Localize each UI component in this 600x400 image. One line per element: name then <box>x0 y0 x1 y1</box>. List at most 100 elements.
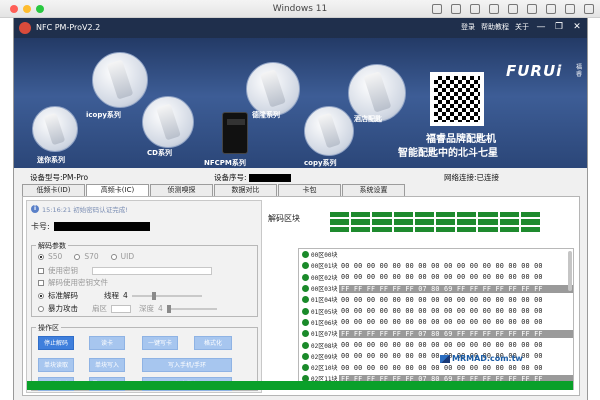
brand-subtitle: 福睿 <box>576 64 583 78</box>
use-key-label: 使用密钥 <box>48 266 78 275</box>
block-label: 02区10块 <box>311 365 338 373</box>
radio-standard-decode[interactable] <box>38 292 44 299</box>
network-icon[interactable] <box>565 4 575 14</box>
block-row[interactable]: 00区02块 00 00 00 00 00 00 00 00 00 00 00 0… <box>299 272 573 283</box>
block-label: 02区08块 <box>311 342 338 350</box>
block-hex: FF FF FF FF FF FF 07 80 69 FF FF FF FF F… <box>339 329 573 338</box>
display-icon[interactable] <box>432 4 442 14</box>
icopy-product-icon <box>92 52 148 108</box>
use-keyfile-checkbox[interactable] <box>38 279 44 286</box>
radio-uid[interactable] <box>110 253 117 260</box>
product-label: 德隆系列 <box>252 111 280 119</box>
tab-high-freq[interactable]: 高频卡(IC) <box>86 184 149 196</box>
depth-slider[interactable] <box>166 304 217 313</box>
close-dot-icon[interactable] <box>10 5 18 13</box>
watermark-logo-icon <box>440 354 450 363</box>
thread-slider[interactable] <box>131 291 202 300</box>
hex-scrollbar[interactable] <box>568 251 572 291</box>
brute-force-label: 暴力攻击 <box>48 304 78 313</box>
stop-decode-button[interactable]: 停止解码 <box>38 336 74 350</box>
decode-blocks-title: 解码区块 <box>268 214 300 223</box>
block-row[interactable]: 02区08块 00 00 00 00 00 00 00 00 00 00 00 0… <box>299 339 573 350</box>
key-input[interactable] <box>92 266 212 275</box>
sector-bar <box>436 219 456 225</box>
write-block-button[interactable]: 单块写入 <box>89 358 125 372</box>
radio-brute-force[interactable] <box>38 305 44 312</box>
tab-compare[interactable]: 数据对比 <box>214 184 277 196</box>
device-info-bar: 设备型号:PM-Pro 设备序号: 网络连接:已连接 <box>14 168 587 184</box>
radio-s70[interactable] <box>74 253 81 260</box>
share-icon[interactable] <box>489 4 499 14</box>
use-keyfile-label: 解码使用密钥文件 <box>48 278 108 287</box>
lock-icon[interactable] <box>470 4 480 14</box>
decode-blocks-panel: 解码区块 00区00块 00区01块 00 00 00 00 00 00 00 0… <box>266 200 578 393</box>
decode-params-group: 解码参数 S50 S70 UID 使用密钥 解码使用密钥文件 标准解码 线程 4… <box>31 241 258 317</box>
sector-bar <box>478 226 498 232</box>
sector-select[interactable] <box>111 304 131 313</box>
hex-dump-list[interactable]: 00区00块 00区01块 00 00 00 00 00 00 00 00 00 … <box>298 248 574 390</box>
host-toolbar <box>432 4 594 14</box>
decode-params-legend: 解码参数 <box>36 241 68 251</box>
tab-card-wallet[interactable]: 卡包 <box>278 184 341 196</box>
radio-s50-label: S50 <box>48 252 63 261</box>
audio-icon[interactable] <box>508 4 518 14</box>
block-row[interactable]: 01区07块 FF FF FF FF FF FF 07 80 69 FF FF F… <box>299 328 573 339</box>
read-block-button[interactable]: 单块读取 <box>38 358 74 372</box>
nfcpm-reader-icon <box>222 112 248 154</box>
device-serial-label: 设备序号: <box>214 173 247 182</box>
close-icon[interactable]: ✕ <box>571 21 583 33</box>
sector-label: 扇区 <box>92 304 107 313</box>
status-dot-icon <box>302 330 309 338</box>
product-label: 酒店配匙 <box>354 115 382 123</box>
sector-bar <box>372 226 392 232</box>
sector-bar <box>436 212 456 218</box>
write-phone-button[interactable]: 写入手机/手环 <box>142 358 232 372</box>
radio-uid-label: UID <box>120 252 135 261</box>
tab-sniff[interactable]: 侦测嗅探 <box>150 184 213 196</box>
sector-bar <box>520 219 540 225</box>
use-key-checkbox[interactable] <box>38 267 44 274</box>
block-row[interactable]: 01区04块 00 00 00 00 00 00 00 00 00 00 00 0… <box>299 294 573 305</box>
cdrom-icon[interactable] <box>584 4 594 14</box>
one-click-write-button[interactable]: 一键写卡 <box>142 336 178 350</box>
status-text: 15:16:21 初始密码认证完成! <box>42 206 128 214</box>
folder-icon[interactable] <box>451 4 461 14</box>
block-row[interactable]: 00区00块 <box>299 249 573 260</box>
app-title: NFC PM-ProV2.2 <box>36 23 101 32</box>
tab-settings[interactable]: 系统设置 <box>342 184 405 196</box>
about-link[interactable]: 关于 <box>515 22 529 32</box>
format-button[interactable]: 格式化 <box>194 336 232 350</box>
minimize-icon[interactable]: — <box>535 21 547 33</box>
main-tabs: 低频卡(ID) 高频卡(IC) 侦测嗅探 数据对比 卡包 系统设置 <box>22 184 406 196</box>
block-label: 00区01块 <box>311 263 338 271</box>
titlebar-menu: 登录 帮助教程 关于 — ❐ ✕ <box>461 21 583 33</box>
slogan-line-2: 智能配匙中的北斗七星 <box>398 148 498 159</box>
block-hex: 00 00 00 00 00 00 00 00 00 00 00 00 00 0… <box>341 318 543 327</box>
block-row[interactable]: 01区06块 00 00 00 00 00 00 00 00 00 00 00 0… <box>299 317 573 328</box>
minimize-dot-icon[interactable] <box>23 5 31 13</box>
radio-s50[interactable] <box>38 253 44 260</box>
card-number-redaction <box>53 222 150 231</box>
depth-value: 4 <box>158 304 163 313</box>
block-row[interactable]: 00区01块 00 00 00 00 00 00 00 00 00 00 00 0… <box>299 260 573 271</box>
tab-low-freq[interactable]: 低频卡(ID) <box>22 184 85 196</box>
progress-bar <box>27 381 573 390</box>
sector-bar <box>351 219 371 225</box>
login-link[interactable]: 登录 <box>461 22 475 32</box>
product-label: NFCPM系列 <box>204 159 246 167</box>
depth-label: 深度 <box>139 304 154 313</box>
maximize-icon[interactable]: ❐ <box>553 21 565 33</box>
block-row[interactable]: 01区05块 00 00 00 00 00 00 00 00 00 00 00 0… <box>299 305 573 316</box>
help-link[interactable]: 帮助教程 <box>481 22 509 32</box>
block-row[interactable]: 02区09块 00 00 00 00 00 00 00 00 00 00 00 0… <box>299 351 573 362</box>
block-row[interactable]: 02区10块 00 00 00 00 00 00 00 00 00 00 00 0… <box>299 362 573 373</box>
standard-decode-row: 标准解码 线程 4 <box>38 290 202 301</box>
block-row[interactable]: 00区03块 FF FF FF FF FF FF 07 80 69 FF FF F… <box>299 283 573 294</box>
block-hex: 00 00 00 00 00 00 00 00 00 00 00 00 00 0… <box>341 363 543 372</box>
info-icon: i <box>31 205 39 213</box>
zoom-dot-icon[interactable] <box>36 5 44 13</box>
block-label: 01区04块 <box>311 297 338 305</box>
camera-icon[interactable] <box>546 4 556 14</box>
sidebar-icon[interactable] <box>527 4 537 14</box>
read-card-button[interactable]: 读卡 <box>89 336 125 350</box>
